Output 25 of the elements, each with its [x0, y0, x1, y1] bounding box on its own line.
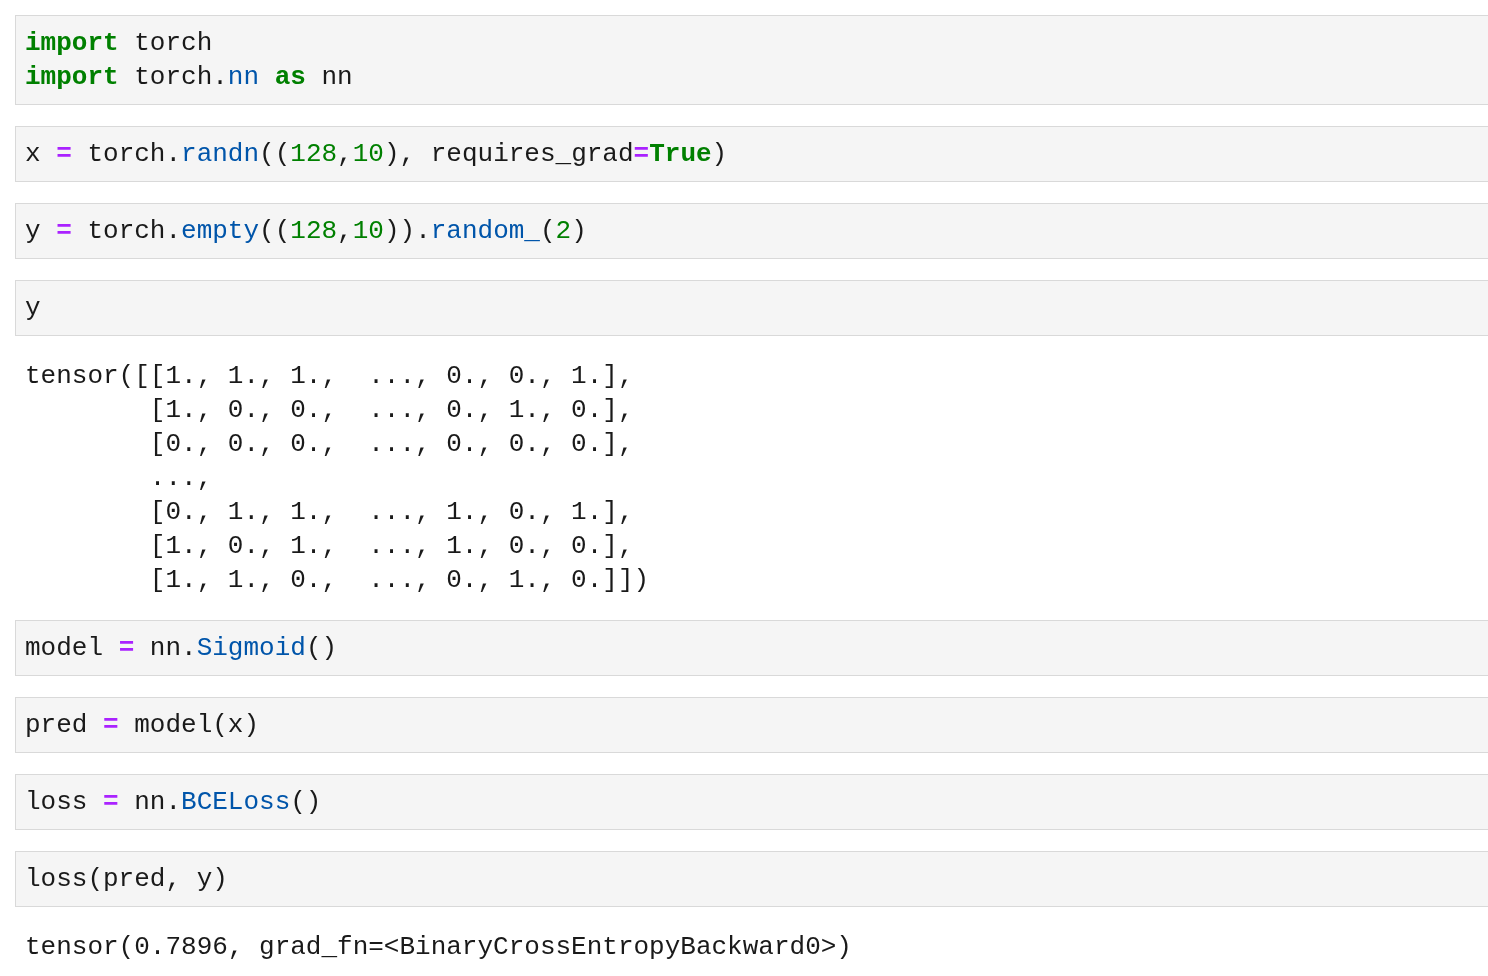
code-line: y = torch.empty((128,10)).random_(2) — [25, 215, 588, 248]
code-line: model = nn.Sigmoid() — [25, 632, 339, 665]
code-line: loss(pred, y) — [25, 863, 229, 896]
output-line: tensor(0.7896, grad_fn=<BinaryCrossEntropyBackward0>) — [25, 931, 853, 964]
code-cell[interactable]: loss(pred, y) — [15, 851, 1488, 907]
output-line: ..., — [148, 462, 214, 495]
output-line: [1., 0., 1., ..., 1., 0., 0.], — [148, 530, 635, 563]
code-line: pred = model(x) — [25, 709, 261, 742]
code-line: y — [25, 292, 42, 325]
code-cell[interactable]: x = torch.randn((128,10), requires_grad=True) — [15, 126, 1488, 182]
output-line: [0., 1., 1., ..., 1., 0., 1.], — [148, 496, 635, 529]
code-cell[interactable]: model = nn.Sigmoid() — [15, 620, 1488, 676]
code-cell[interactable]: pred = model(x) — [15, 697, 1488, 753]
code-cell[interactable]: loss = nn.BCELoss() — [15, 774, 1488, 830]
code-line: import torch.nn as nn — [25, 61, 354, 94]
code-cell[interactable]: y = torch.empty((128,10)).random_(2) — [15, 203, 1488, 259]
code-line: x = torch.randn((128,10), requires_grad=True) — [25, 138, 729, 171]
code-cell[interactable]: import torch import torch.nn as nn — [15, 15, 1488, 105]
output-line: [1., 1., 0., ..., 0., 1., 0.]]) — [148, 564, 651, 597]
output-line: [0., 0., 0., ..., 0., 0., 0.], — [148, 428, 635, 461]
code-cell[interactable]: y — [15, 280, 1488, 336]
output-line: [1., 0., 0., ..., 0., 1., 0.], — [148, 394, 635, 427]
output-line: tensor([[1., 1., 1., ..., 0., 0., 1.], — [25, 360, 635, 393]
code-line: import torch — [25, 27, 214, 60]
code-line: loss = nn.BCELoss() — [25, 786, 323, 819]
